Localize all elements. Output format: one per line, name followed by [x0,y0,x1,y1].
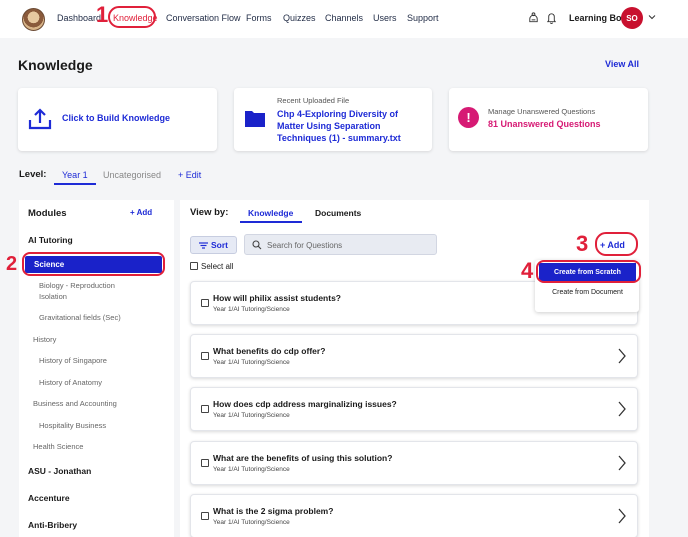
question-checkbox[interactable] [201,512,209,520]
modules-panel [19,200,174,537]
annotation-ring-science [22,252,165,276]
question-card[interactable]: What benefits do cdp offer? Year 1/AI Tu… [190,334,638,378]
level-tab-indicator [54,183,96,185]
question-path: Year 1/AI Tutoring/Science [213,306,290,313]
chevron-down-icon[interactable] [648,13,656,21]
module-biology-reproduction[interactable]: Biology - Reproduction [39,281,115,291]
module-gravitational-fields[interactable]: Gravitational fields (Sec) [39,313,121,323]
folder-icon [245,111,265,127]
alert-icon: ! [458,107,479,128]
tab-knowledge[interactable]: Knowledge [248,208,293,218]
nav-conversation-flow[interactable]: Conversation Flow [166,13,241,23]
module-accenture[interactable]: Accenture [28,493,70,503]
tab-indicator [240,221,302,223]
add-question-button[interactable]: + Add [600,240,625,250]
sort-button[interactable]: Sort [190,236,237,254]
question-title: How does cdp address marginalizing issue… [213,399,397,409]
level-label: Level: [19,169,47,180]
nav-users[interactable]: Users [373,13,397,23]
recent-file-line2: Matter Using Separation [277,121,381,131]
avatar[interactable]: SO [621,7,643,29]
view-all-link[interactable]: View All [605,59,639,69]
annotation-number-1: 1 [96,2,109,27]
add-module-button[interactable]: + Add [130,208,152,217]
chevron-right-icon[interactable] [617,455,627,471]
module-history[interactable]: History [33,335,56,345]
annotation-ring-create-from-scratch [536,260,641,283]
search-input[interactable] [267,238,432,252]
page-title: Knowledge [18,57,93,73]
annotation-number-3: 3 [576,231,589,256]
search-icon [252,240,262,250]
module-asu-jonathan[interactable]: ASU - Jonathan [28,466,91,476]
question-title: What are the benefits of using this solu… [213,453,393,463]
nav-forms[interactable]: Forms [246,13,272,23]
level-tab-year-1[interactable]: Year 1 [62,170,88,180]
create-from-document-option[interactable]: Create from Document [539,289,636,296]
question-card[interactable]: How does cdp address marginalizing issue… [190,387,638,431]
question-checkbox[interactable] [201,459,209,467]
chevron-right-icon[interactable] [617,508,627,524]
upload-icon [28,108,52,130]
module-business-and-accounting[interactable]: Business and Accounting [33,399,117,409]
question-path: Year 1/AI Tutoring/Science [213,412,290,419]
sort-label: Sort [211,240,228,250]
user-name[interactable]: Learning Bot [569,13,625,23]
module-history-of-anatomy[interactable]: History of Anatomy [39,378,102,388]
search-field[interactable] [244,234,437,255]
module-history-of-singapore[interactable]: History of Singapore [39,356,107,366]
annotation-number-4: 4 [521,258,534,283]
app-logo[interactable] [22,8,45,31]
select-all-label[interactable]: Select all [201,262,233,271]
edit-levels-button[interactable]: + Edit [178,170,201,180]
level-tab-uncategorised[interactable]: Uncategorised [103,170,161,180]
select-all-checkbox[interactable] [190,262,198,270]
modules-title: Modules [28,208,67,219]
nav-channels[interactable]: Channels [325,13,363,23]
chevron-right-icon[interactable] [617,348,627,364]
question-title: What benefits do cdp offer? [213,346,326,356]
module-isolation[interactable]: Isolation [39,292,67,302]
recent-upload-caption: Recent Uploaded File [277,96,350,105]
recent-file-line1: Chp 4-Exploring Diversity of [277,109,399,119]
bell-icon[interactable] [545,11,558,25]
bot-icon[interactable] [527,11,540,25]
build-knowledge-card[interactable]: Click to Build Knowledge [18,88,217,151]
question-checkbox[interactable] [201,405,209,413]
question-title: How will philix assist students? [213,293,341,303]
unanswered-card[interactable]: ! Manage Unanswered Questions 81 Unanswe… [449,88,648,151]
nav-support[interactable]: Support [407,13,439,23]
question-checkbox[interactable] [201,352,209,360]
nav-quizzes[interactable]: Quizzes [283,13,316,23]
annotation-number-2: 2 [6,253,18,275]
question-title: What is the 2 sigma problem? [213,506,334,516]
view-by-label: View by: [190,207,229,218]
chevron-right-icon[interactable] [617,401,627,417]
sort-icon [199,241,208,249]
recent-file-line3: Techniques (1) - summary.txt [277,133,401,143]
nav-dashboard[interactable]: Dashboard [57,13,101,23]
annotation-ring-knowledge [108,6,156,28]
question-card[interactable]: What is the 2 sigma problem? Year 1/AI T… [190,494,638,537]
unanswered-count: 81 Unanswered Questions [488,119,601,129]
question-path: Year 1/AI Tutoring/Science [213,519,290,526]
unanswered-caption: Manage Unanswered Questions [488,107,596,116]
module-hospitality-business[interactable]: Hospitality Business [39,421,106,431]
question-path: Year 1/AI Tutoring/Science [213,359,290,366]
question-checkbox[interactable] [201,299,209,307]
module-anti-bribery[interactable]: Anti-Bribery [28,520,77,530]
tab-documents[interactable]: Documents [315,208,361,218]
build-knowledge-label: Click to Build Knowledge [62,113,171,123]
question-path: Year 1/AI Tutoring/Science [213,466,290,473]
recent-upload-card[interactable]: Recent Uploaded File Chp 4-Exploring Div… [234,88,432,151]
module-ai-tutoring[interactable]: AI Tutoring [28,235,73,245]
question-card[interactable]: What are the benefits of using this solu… [190,441,638,485]
module-health-science[interactable]: Health Science [33,442,83,452]
